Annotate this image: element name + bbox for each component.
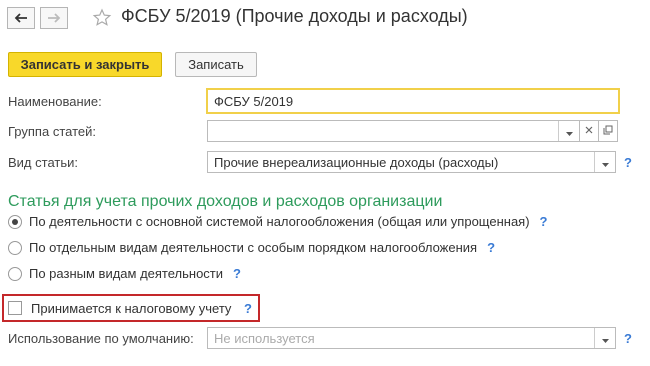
type-help-icon[interactable]: ? <box>624 155 632 170</box>
default-usage-field[interactable]: Не используется <box>207 327 616 349</box>
group-clear-button[interactable] <box>580 120 599 142</box>
help-icon[interactable]: ? <box>487 240 495 255</box>
radio-option-various[interactable]: По разным видам деятельности ? <box>8 266 241 281</box>
back-arrow-icon <box>14 13 28 23</box>
radio-label: По отдельным видам деятельности с особым… <box>29 240 478 255</box>
radio-label: По деятельности с основной системой нало… <box>29 214 530 229</box>
back-button[interactable] <box>7 7 35 29</box>
group-field[interactable] <box>207 120 580 142</box>
help-icon[interactable]: ? <box>233 266 241 281</box>
radio-button[interactable] <box>8 240 22 255</box>
section-title: Статья для учета прочих доходов и расход… <box>8 193 443 210</box>
default-usage-help-icon[interactable]: ? <box>624 331 632 346</box>
dropdown-arrow-icon <box>565 124 573 139</box>
radio-button-checked[interactable] <box>8 214 22 229</box>
name-label: Наименование: <box>8 94 102 109</box>
name-value: ФСБУ 5/2019 <box>214 93 294 109</box>
radio-option-special-tax[interactable]: По отдельным видам деятельности с особым… <box>8 240 495 255</box>
forward-arrow-icon <box>47 13 61 23</box>
type-field[interactable]: Прочие внереализационные доходы (расходы… <box>207 151 616 173</box>
forward-button[interactable] <box>40 7 68 29</box>
tax-help-icon[interactable]: ? <box>244 301 252 316</box>
default-usage-dropdown-button[interactable] <box>594 328 615 348</box>
tax-accounting-checkbox[interactable] <box>8 301 22 315</box>
type-dropdown-button[interactable] <box>594 152 615 172</box>
star-icon[interactable] <box>92 8 112 28</box>
window-title: ФСБУ 5/2019 (Прочие доходы и расходы) <box>121 6 468 26</box>
help-icon[interactable]: ? <box>540 214 548 229</box>
type-value: Прочие внереализационные доходы (расходы… <box>214 154 499 170</box>
radio-label: По разным видам деятельности <box>29 266 224 281</box>
name-field[interactable]: ФСБУ 5/2019 <box>206 88 620 114</box>
type-label: Вид статьи: <box>8 155 78 170</box>
dropdown-arrow-icon <box>601 155 609 170</box>
tax-accounting-label: Принимается к налоговому учету <box>31 301 232 316</box>
default-usage-placeholder: Не используется <box>214 330 315 346</box>
group-label: Группа статей: <box>8 124 96 139</box>
save-and-close-button[interactable]: Записать и закрыть <box>8 52 162 77</box>
dropdown-arrow-icon <box>601 331 609 346</box>
radio-button[interactable] <box>8 266 22 281</box>
save-button[interactable]: Записать <box>175 52 257 77</box>
group-open-button[interactable] <box>599 120 618 142</box>
default-usage-label: Использование по умолчанию: <box>8 331 194 346</box>
open-icon <box>603 125 613 138</box>
clear-icon <box>585 125 593 137</box>
group-dropdown-button[interactable] <box>558 121 579 141</box>
radio-option-main-tax[interactable]: По деятельности с основной системой нало… <box>8 214 548 229</box>
